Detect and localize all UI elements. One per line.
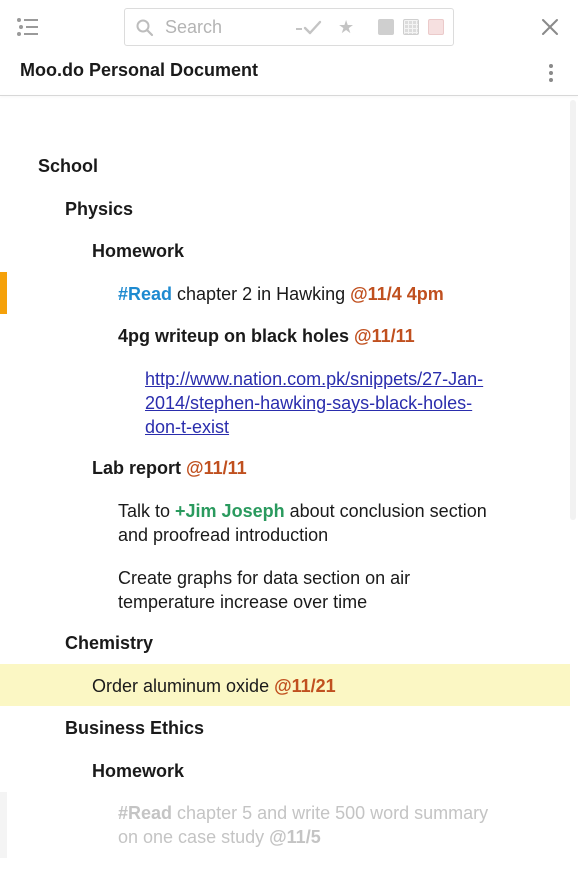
toolbar: ★ [0,0,578,56]
search-icon [136,19,154,37]
item-text: chapter 2 in Hawking [172,284,351,304]
outline-item-read-chapter-5[interactable]: #Read chapter 5 and write 500 word summa… [118,801,488,849]
outline-item-homework[interactable]: Homework [92,239,184,263]
outline-item-read-hawking[interactable]: #Read chapter 2 in Hawking @11/4 4pm [118,282,444,306]
read-tag[interactable]: #Read [118,803,172,823]
person-mention[interactable]: +Jim Joseph [175,501,285,521]
due-date[interactable]: @11/21 [274,676,336,696]
outline-item-chemistry[interactable]: Chemistry [65,631,153,655]
due-date[interactable]: @11/5 [269,827,321,847]
scrollbar[interactable] [570,100,576,520]
item-text: about conclusion section [284,501,487,521]
document-title: Moo.do Personal Document [20,60,259,80]
close-icon[interactable] [541,18,559,36]
outline-item-school[interactable]: School [38,154,98,178]
item-text: temperature increase over time [118,592,368,612]
outline-item-homework-2[interactable]: Homework [92,759,184,783]
row-gutter [0,792,7,858]
due-date[interactable]: @11/4 4pm [350,284,444,304]
item-text: chapter 5 and write 500 word summary [172,803,489,823]
read-tag[interactable]: #Read [118,284,172,304]
item-text: Lab report [92,458,187,478]
due-date[interactable]: @11/11 [186,458,247,478]
item-text: on one case study [118,827,270,847]
gray-swatch[interactable] [378,19,394,35]
priority-marker [0,272,7,314]
due-date[interactable]: @11/11 [354,326,415,346]
outline-item-order[interactable]: Order aluminum oxide @11/21 [92,674,336,698]
outline-item-graphs[interactable]: Create graphs for data section on air te… [118,566,410,614]
pink-swatch[interactable] [428,19,444,35]
vertical-dots-icon[interactable] [544,63,558,83]
url-link-line[interactable]: http://www.nation.com.pk/snippets/27-Jan… [145,367,483,391]
outline-item-business-ethics[interactable]: Business Ethics [65,716,204,740]
outline-item-lab-report[interactable]: Lab report @11/11 [92,456,247,480]
outline-item-link[interactable]: http://www.nation.com.pk/snippets/27-Jan… [145,367,483,439]
search-box: ★ [124,8,454,46]
outline-item-physics[interactable]: Physics [65,197,133,221]
outline-item-talk[interactable]: Talk to +Jim Joseph about conclusion sec… [118,499,487,547]
star-icon[interactable]: ★ [338,16,354,38]
item-text: Create graphs for data section on air [118,568,411,588]
item-text: and proofread introduction [118,525,329,545]
item-text: Talk to [118,501,176,521]
dash-check-icon[interactable] [295,19,323,37]
outline-item-writeup[interactable]: 4pg writeup on black holes @11/11 [118,324,415,348]
grid-swatch[interactable] [403,19,419,35]
url-link-line[interactable]: 2014/stephen-hawking-says-black-holes- [145,391,483,415]
list-menu-icon[interactable] [16,16,40,38]
search-input[interactable] [165,15,285,39]
url-link-line[interactable]: don-t-exist [145,415,483,439]
item-text: Order aluminum oxide [92,676,275,696]
item-text: 4pg writeup on black holes [118,326,355,346]
header-divider [0,95,578,96]
